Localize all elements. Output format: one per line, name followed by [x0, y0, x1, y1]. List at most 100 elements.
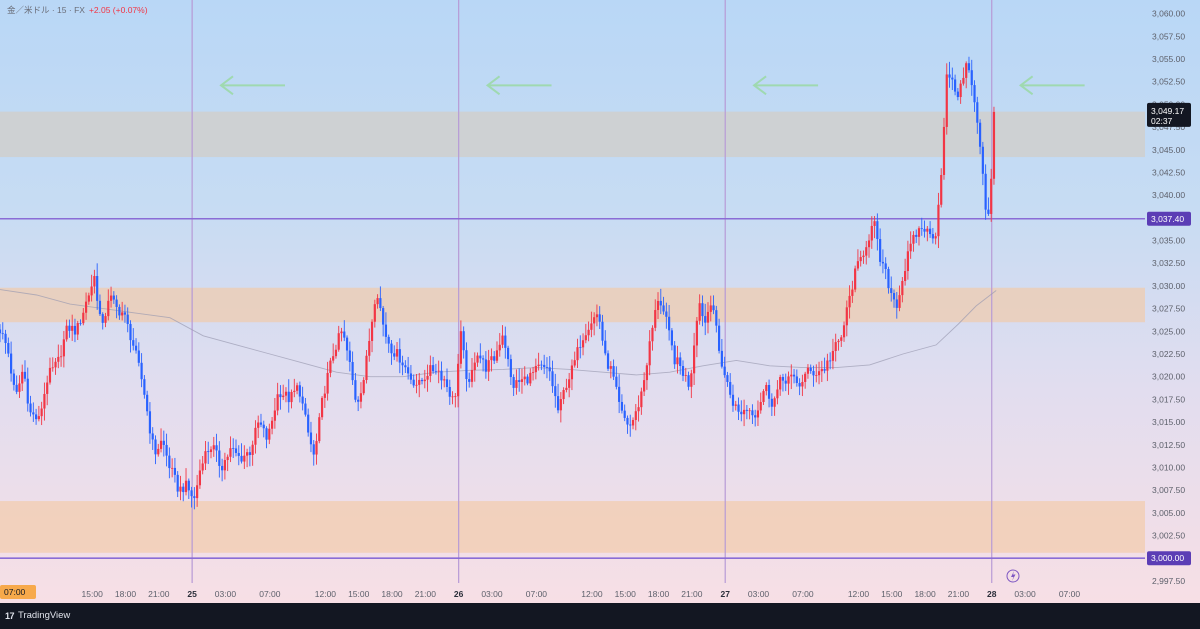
- candle-body: [426, 375, 429, 380]
- candle-body: [198, 470, 202, 486]
- candle-body: [15, 384, 18, 392]
- candle-body: [518, 380, 521, 382]
- candle-body: [820, 368, 823, 372]
- candle-body: [590, 323, 593, 330]
- price-chart[interactable]: 3,060.003,057.503,055.003,052.503,050.00…: [0, 0, 1200, 629]
- candle-body: [320, 397, 324, 418]
- candle-body: [942, 126, 946, 175]
- time-tick-label: 15:00: [615, 589, 637, 599]
- candle-body: [520, 379, 524, 382]
- candle-body: [154, 439, 157, 455]
- candle-body: [656, 300, 660, 311]
- candle-body: [529, 372, 532, 384]
- candle-body: [73, 325, 77, 335]
- candle-body: [287, 391, 290, 403]
- candle-body: [118, 306, 121, 316]
- candle-body: [681, 365, 685, 376]
- candle-body: [668, 316, 671, 331]
- candle-body: [620, 401, 624, 411]
- candle-body: [270, 420, 274, 429]
- candle-body: [7, 342, 10, 354]
- symbol-header[interactable]: 金／米ドル · 15 · FX +2.05 (+0.07%): [7, 4, 148, 16]
- candle-body: [915, 234, 918, 237]
- candle-body: [423, 379, 426, 382]
- candle-body: [587, 329, 590, 336]
- candle-body: [809, 367, 812, 371]
- candle-body: [429, 365, 432, 376]
- candle-body: [729, 381, 732, 395]
- candle-body: [709, 305, 712, 312]
- price-tick-label: 3,052.50: [1152, 77, 1185, 87]
- candle-body: [107, 300, 110, 317]
- price-tick-label: 3,002.50: [1152, 531, 1185, 541]
- candle-body: [254, 427, 257, 445]
- candle-body: [173, 467, 177, 475]
- candle-body: [898, 295, 901, 308]
- candle-body: [193, 496, 196, 499]
- candle-body: [223, 460, 226, 471]
- candle-body: [84, 301, 88, 313]
- candle-body: [373, 304, 376, 322]
- time-tick-label: 15:00: [82, 589, 104, 599]
- candle-body: [398, 349, 401, 363]
- candle-body: [148, 411, 152, 434]
- candle-body: [470, 370, 474, 382]
- candle-body: [826, 360, 829, 371]
- candle-body: [218, 450, 221, 466]
- candle-body: [754, 415, 757, 418]
- candle-body: [104, 316, 107, 323]
- candle-body: [770, 398, 773, 407]
- candle-body: [484, 359, 487, 372]
- candle-body: [823, 368, 826, 371]
- candle-body: [201, 463, 204, 471]
- candle-body: [387, 336, 390, 344]
- day-tick-label: 26: [454, 589, 464, 599]
- candle-body: [187, 480, 190, 491]
- candle-body: [457, 363, 460, 397]
- candle-body: [4, 333, 7, 343]
- day-tick-label: 27: [720, 589, 730, 599]
- candle-body: [842, 325, 846, 338]
- candle-body: [257, 422, 260, 428]
- tradingview-brand[interactable]: TradingView: [18, 610, 70, 621]
- candle-body: [631, 419, 635, 426]
- candle-body: [273, 410, 276, 421]
- candle-body: [140, 362, 143, 380]
- candle-body: [940, 174, 943, 205]
- time-tick-label: 18:00: [648, 589, 670, 599]
- candle-body: [370, 321, 374, 341]
- candle-body: [779, 377, 782, 390]
- candle-body: [887, 268, 890, 289]
- candle-body: [920, 228, 923, 230]
- candle-body: [112, 295, 115, 300]
- candle-body: [945, 74, 948, 127]
- candle-body: [815, 375, 818, 376]
- candle-body: [970, 70, 973, 86]
- candle-body: [98, 300, 102, 315]
- candle-body: [723, 366, 726, 376]
- current-price-value: 3,049.17: [1151, 106, 1184, 116]
- candle-body: [279, 394, 282, 398]
- candle-body: [845, 307, 848, 326]
- candle-body: [334, 349, 338, 357]
- candle-body: [795, 376, 798, 383]
- symbol-label: 金／米ドル · 15 · FX: [7, 5, 85, 15]
- tradingview-logo-icon[interactable]: 17: [5, 611, 15, 621]
- candle-body: [262, 424, 265, 429]
- candle-body: [454, 396, 457, 398]
- candle-body: [284, 391, 288, 396]
- candle-body: [926, 228, 929, 232]
- price-tick-label: 3,022.50: [1152, 349, 1185, 359]
- candle-body: [562, 390, 565, 400]
- candle-body: [221, 465, 224, 471]
- candle-body: [584, 335, 587, 341]
- candle-body: [487, 360, 490, 372]
- candle-body: [598, 314, 601, 322]
- candle-body: [784, 380, 787, 384]
- candle-body: [10, 353, 13, 374]
- candle-body: [984, 173, 987, 210]
- zone-rect: [0, 111, 1145, 158]
- candle-body: [992, 111, 996, 179]
- candle-body: [612, 366, 615, 377]
- candle-body: [579, 347, 582, 348]
